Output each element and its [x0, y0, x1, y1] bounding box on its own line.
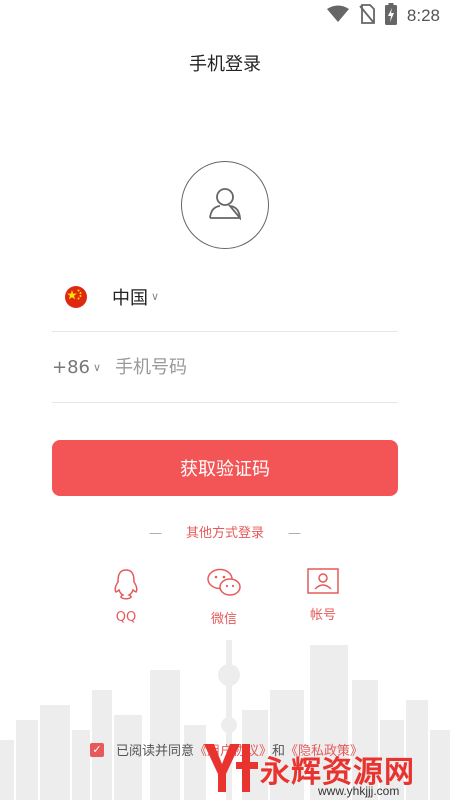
avatar [181, 161, 269, 249]
account-login-button[interactable]: 帐号 [293, 568, 353, 623]
watermark: 永辉资源网 www.yhkjjj.com [200, 738, 440, 800]
get-code-button[interactable]: 获取验证码 [52, 440, 398, 496]
other-login-title: — 其他方式登录 — [0, 522, 450, 541]
wechat-label: 微信 [210, 612, 237, 627]
qq-label: QQ [115, 610, 137, 625]
agree-checkbox[interactable]: ✓ [90, 742, 104, 757]
divider-right: — [288, 526, 301, 541]
status-bar: 8:28 [0, 0, 450, 32]
wifi-icon [326, 5, 349, 27]
status-time: 8:28 [406, 6, 440, 25]
wechat-login-button[interactable]: 微信 [194, 568, 254, 627]
divider-left: — [148, 526, 162, 541]
cn-flag-icon [65, 285, 87, 308]
user-icon [208, 186, 242, 224]
country-name: 中国 [112, 287, 148, 309]
account-label: 帐号 [309, 608, 336, 623]
no-sim-icon [359, 4, 375, 28]
dial-code-selector[interactable]: +86 [52, 357, 90, 378]
wechat-icon [207, 568, 241, 602]
chevron-down-icon: ∨ [151, 290, 160, 303]
watermark-url: www.yhkjjj.com [318, 784, 400, 798]
chevron-down-icon[interactable]: ∨ [93, 361, 101, 374]
agreement-prefix: 已阅读并同意 [116, 744, 195, 759]
account-icon [307, 568, 339, 598]
phone-row: +86 ∨ [52, 333, 398, 403]
phone-input[interactable] [115, 357, 366, 378]
watermark-logo-icon [200, 738, 260, 800]
other-login-label: 其他方式登录 [185, 526, 264, 541]
qq-login-button[interactable]: QQ [96, 568, 156, 625]
country-selector[interactable]: 中国 ∨ [52, 262, 398, 332]
page-title: 手机登录 [189, 54, 261, 75]
status-icons: 8:28 [326, 3, 440, 29]
qq-icon [111, 568, 141, 604]
battery-charging-icon [384, 3, 397, 29]
